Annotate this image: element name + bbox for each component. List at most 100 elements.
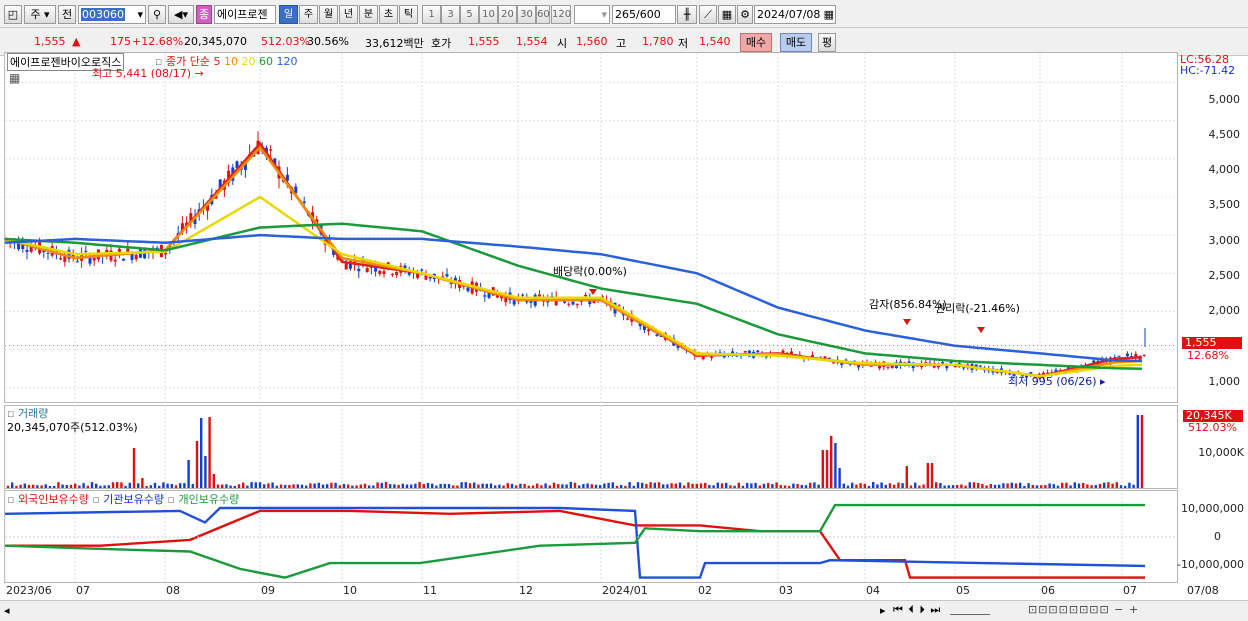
volume-bar	[158, 485, 161, 488]
volume-bars	[6, 415, 1144, 488]
candle-body	[563, 301, 567, 303]
volume-bar	[1128, 482, 1131, 488]
scroll-right-icon[interactable]: ▸	[880, 604, 886, 617]
dividend-event: 배당락(0.00%)	[553, 265, 627, 278]
volume-bar	[1069, 485, 1072, 488]
candle-body	[529, 301, 533, 303]
volume-bar	[998, 484, 1001, 488]
volume-value: 20,345,070주(512.03%)	[7, 421, 138, 434]
volume-bar	[237, 484, 241, 488]
volume-bar	[137, 483, 140, 488]
x-tick: 08	[166, 584, 180, 597]
volume-bar	[284, 484, 287, 488]
volume-bar	[716, 482, 719, 488]
x-axis-right-label: 07/08	[1187, 584, 1219, 597]
candle-body	[75, 261, 79, 263]
legend-square-icon: ▫	[167, 493, 175, 506]
zoom-slider[interactable]	[950, 607, 990, 615]
volume-bar	[1086, 484, 1089, 488]
volume-bar	[775, 482, 778, 488]
volume-bar	[65, 485, 68, 488]
low-annotation: 최저 995 (06/26) ▸	[1008, 375, 1106, 388]
volume-bar	[880, 482, 883, 488]
volume-bar	[628, 482, 631, 488]
ma-20: 20	[241, 55, 256, 68]
volume-bar	[305, 485, 308, 488]
volume-bar	[326, 484, 329, 488]
candle-body	[584, 294, 588, 297]
volume-bar	[397, 484, 400, 488]
volume-bar	[389, 484, 392, 488]
volume-bar	[452, 485, 455, 488]
volume-bar	[867, 485, 871, 488]
volume-bar	[695, 483, 698, 488]
volume-bar	[74, 483, 77, 488]
volume-bar	[523, 483, 526, 488]
volume-bar	[599, 485, 602, 488]
candle-body	[756, 350, 760, 352]
volume-bar	[439, 483, 442, 488]
zoom-tools[interactable]: ⊡⊡⊡⊡⊡⊡⊡⊡ − +	[1028, 603, 1139, 616]
scroll-left-icon[interactable]: ◂	[4, 604, 10, 617]
volume-bar	[422, 483, 425, 488]
candle-body	[92, 257, 96, 261]
volume-bar	[1090, 485, 1093, 488]
holding-y-tick: 10,000,000	[1181, 502, 1244, 515]
volume-bar	[670, 483, 673, 488]
candle-body	[365, 268, 369, 273]
volume-bar	[1006, 483, 1009, 488]
volume-bar	[111, 482, 115, 488]
volume-bar	[569, 482, 572, 488]
volume-bar	[95, 483, 98, 488]
volume-bar	[939, 482, 942, 488]
volume-bar	[834, 443, 837, 488]
calc-icon[interactable]: ▦	[9, 71, 20, 85]
volume-bar	[338, 485, 341, 488]
volume-bar	[662, 484, 665, 488]
volume-bar	[641, 482, 644, 488]
volume-bar	[44, 484, 47, 488]
legend-foreign: 외국인보유수량	[17, 493, 89, 506]
volume-bar	[741, 485, 745, 488]
volume-bar	[809, 482, 812, 488]
volume-bar	[548, 485, 551, 488]
volume-bar	[1056, 485, 1060, 488]
volume-bar	[893, 484, 896, 488]
bottom-scrollbar[interactable]: ◂ ▸ ⏮ ⏴ ⏵ ⏭ ⊡⊡⊡⊡⊡⊡⊡⊡ − +	[0, 600, 1248, 621]
volume-bar	[292, 484, 295, 488]
volume-bar	[342, 484, 346, 488]
volume-bar	[683, 485, 686, 488]
candle-body	[449, 282, 453, 284]
volume-bar	[897, 482, 900, 488]
volume-bar	[372, 485, 375, 488]
volume-bar	[1132, 484, 1135, 488]
candle-body	[655, 334, 659, 336]
volume-bar	[964, 485, 967, 488]
volume-bar	[296, 484, 299, 488]
legend-institution: 기관보유수량	[103, 493, 165, 506]
volume-bar	[510, 483, 514, 488]
volume-bar	[825, 450, 829, 488]
volume-bar	[309, 483, 312, 488]
navigation-controls[interactable]: ⏮ ⏴ ⏵ ⏭	[893, 603, 941, 617]
volume-bar	[183, 483, 186, 488]
volume-bar	[48, 485, 52, 488]
volume-bar	[615, 485, 619, 488]
volume-bar	[687, 482, 690, 488]
volume-bar	[267, 483, 270, 488]
candle-body	[710, 356, 714, 359]
volume-bar	[191, 484, 194, 488]
holding-y-tick: 0	[1214, 530, 1221, 543]
volume-bar	[485, 483, 488, 488]
volume-bar	[321, 484, 325, 488]
ma-line-10	[4, 145, 1143, 378]
volume-bar	[796, 484, 799, 488]
volume-bar	[552, 482, 556, 488]
candle-body	[113, 259, 117, 262]
candle-body	[122, 258, 126, 261]
volume-bar	[586, 483, 589, 488]
volume-bar	[263, 484, 266, 488]
volume-bar	[36, 485, 39, 488]
candle-body	[701, 356, 705, 360]
volume-bar	[985, 485, 988, 488]
